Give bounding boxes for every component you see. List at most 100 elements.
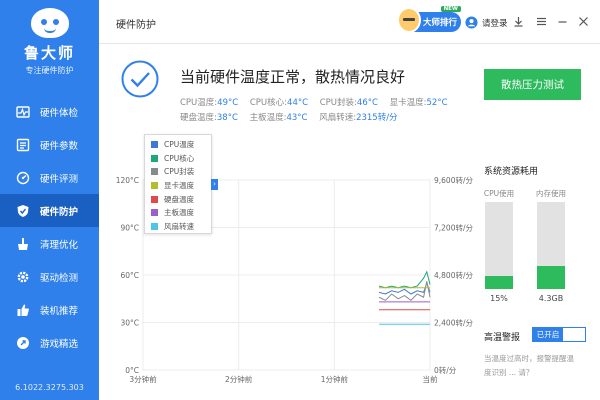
alarm-toggle-knob [563, 328, 585, 341]
sidebar: 鲁大师 专注硬件防护 硬件体检 硬件参数 硬件评测 硬件防护 清理优化 驱动检测 [0, 0, 99, 400]
y-left-tick-label: 90°C [120, 224, 139, 233]
legend-swatch [151, 222, 158, 230]
sidebar-item-cleanup[interactable]: 清理优化 [0, 227, 99, 260]
series-line [378, 281, 431, 295]
legend-swatch [151, 141, 158, 149]
gauge-icon [16, 171, 30, 185]
legend-label: CPU温度 [164, 140, 195, 150]
memory-usage-gauge [537, 202, 565, 289]
alarm-state-label: 已开启 [533, 328, 563, 341]
stress-test-button[interactable]: 散热压力测试 [484, 69, 581, 100]
sidebar-nav: 硬件体检 硬件参数 硬件评测 硬件防护 清理优化 驱动检测 装机推荐 游戏精选 [0, 95, 99, 359]
page-title: 硬件防护 [116, 20, 156, 31]
legend-swatch [151, 154, 158, 162]
chart-legend: CPU温度 CPU核心 CPU封装 显卡温度 硬盘温度 主板温度 风扇转速 [144, 134, 212, 234]
legend-collapse-toggle[interactable]: › [211, 179, 218, 190]
sidebar-item-hardware-params[interactable]: 硬件参数 [0, 128, 99, 161]
mascot-logo-icon [30, 8, 69, 38]
cpu-usage-value: 15% [490, 294, 508, 303]
legend-item-cpu-core[interactable]: CPU核心 [151, 152, 211, 166]
gpu-temp-label: 显卡温度: [389, 98, 427, 108]
sidebar-item-label: 清理优化 [40, 239, 79, 251]
login-label: 请登录 [482, 18, 508, 29]
x-tick-label: 3分钟前 [129, 374, 157, 384]
sidebar-item-benchmark[interactable]: 硬件评测 [0, 161, 99, 194]
legend-item-cpu-package[interactable]: CPU封装 [151, 165, 211, 179]
brand-name: 鲁大师 [23, 44, 75, 62]
legend-label: CPU封装 [164, 167, 195, 177]
y-right-tick-label: 0转/分 [434, 365, 457, 375]
brand-tagline: 专注硬件防护 [25, 66, 74, 75]
minimize-icon[interactable] [555, 14, 569, 28]
cpu-usage-fill [485, 275, 513, 289]
logo: 鲁大师 专注硬件防护 [0, 8, 99, 76]
temperature-readings-row2: 硬盘温度:38°C 主板温度:43°C 风扇转速:2315转/分 [180, 111, 407, 123]
login-button[interactable]: 请登录 [465, 16, 508, 29]
legend-item-board-temp[interactable]: 主板温度 [151, 206, 211, 220]
temperature-readings-row1: CPU温度:49°C CPU核心:44°C CPU封装:46°C 显卡温度:52… [180, 96, 457, 108]
list-icon [16, 138, 30, 152]
y-right-tick-label: 7,200转/分 [434, 223, 473, 233]
sidebar-item-label: 硬件体检 [40, 107, 79, 119]
sidebar-item-hardware-checkup[interactable]: 硬件体检 [0, 95, 99, 128]
high-temp-alarm-label: 高温警报 [484, 333, 521, 343]
disk-temp-value: 38°C [216, 113, 238, 123]
download-icon[interactable] [511, 14, 525, 28]
thumb-icon [16, 303, 30, 317]
cpu-package-value: 46°C [356, 98, 378, 108]
title-bar: 硬件防护 大师排行 NEW 请登录 [99, 0, 600, 44]
gpu-temp-value: 52°C [426, 98, 448, 108]
status-title: 当前硬件温度正常，散热情况良好 [180, 68, 406, 86]
legend-item-disk-temp[interactable]: 硬盘温度 [151, 192, 211, 206]
menu-icon[interactable] [534, 14, 548, 28]
disk-temp-label: 硬盘温度: [180, 113, 217, 123]
legend-item-fan-speed[interactable]: 风扇转速 [151, 220, 211, 234]
sidebar-item-label: 游戏精选 [40, 338, 79, 350]
sidebar-item-driver-check[interactable]: 驱动检测 [0, 260, 99, 293]
y-left-tick-label: 30°C [120, 319, 139, 328]
y-left-tick-label: 120°C [116, 176, 139, 185]
cpu-package-label: CPU封装: [319, 98, 357, 108]
broom-icon [16, 237, 30, 251]
cpu-temp-label: CPU温度: [180, 98, 218, 108]
gear-icon [16, 270, 30, 284]
close-icon[interactable] [576, 14, 590, 28]
y-left-tick-label: 60°C [120, 271, 139, 280]
cpu-temp-value: 49°C [217, 98, 239, 108]
master-rank-button[interactable]: 大师排行 NEW [397, 6, 461, 33]
fan-speed-label: 风扇转速: [319, 113, 357, 123]
user-icon [465, 16, 478, 29]
high-temp-alarm-toggle[interactable]: 已开启 [532, 327, 586, 342]
legend-label: 主板温度 [164, 208, 194, 218]
legend-label: 硬盘温度 [164, 194, 194, 204]
rank-avatar-icon [397, 7, 421, 33]
y-right-tick-label: 2,400转/分 [434, 318, 473, 328]
fan-speed-value: 2315转/分 [356, 113, 398, 123]
legend-label: 显卡温度 [164, 181, 194, 191]
cpu-core-value: 44°C [287, 98, 309, 108]
new-badge: NEW [440, 6, 461, 12]
legend-swatch [151, 209, 158, 217]
x-tick-label: 1分钟前 [321, 374, 349, 384]
sidebar-item-label: 硬件防护 [40, 206, 79, 218]
sidebar-item-build-recommend[interactable]: 装机推荐 [0, 293, 99, 326]
legend-item-gpu-temp[interactable]: 显卡温度 [151, 179, 211, 193]
legend-item-cpu-temp[interactable]: CPU温度 [151, 138, 211, 152]
y-left-tick-label: 0°C [125, 366, 139, 375]
rank-label: 大师排行 [423, 18, 458, 28]
legend-label: 风扇转速 [164, 221, 194, 231]
board-temp-label: 主板温度: [249, 113, 287, 123]
legend-swatch [151, 182, 158, 190]
shield-icon [16, 204, 30, 218]
sidebar-item-protection[interactable]: 硬件防护 [0, 194, 99, 227]
sidebar-item-games[interactable]: 游戏精选 [0, 326, 99, 359]
cpu-core-label: CPU核心: [249, 98, 288, 108]
y-right-tick-label: 4,800转/分 [434, 270, 473, 280]
sidebar-item-label: 硬件评测 [40, 173, 79, 185]
check-circle-icon [121, 60, 159, 98]
legend-swatch [151, 168, 158, 176]
version-label: 6.1022.3275.303 [15, 383, 84, 392]
legend-label: CPU核心 [164, 153, 195, 163]
cpu-usage-gauge [485, 202, 513, 289]
resource-usage-title: 系统资源耗用 [484, 167, 539, 177]
